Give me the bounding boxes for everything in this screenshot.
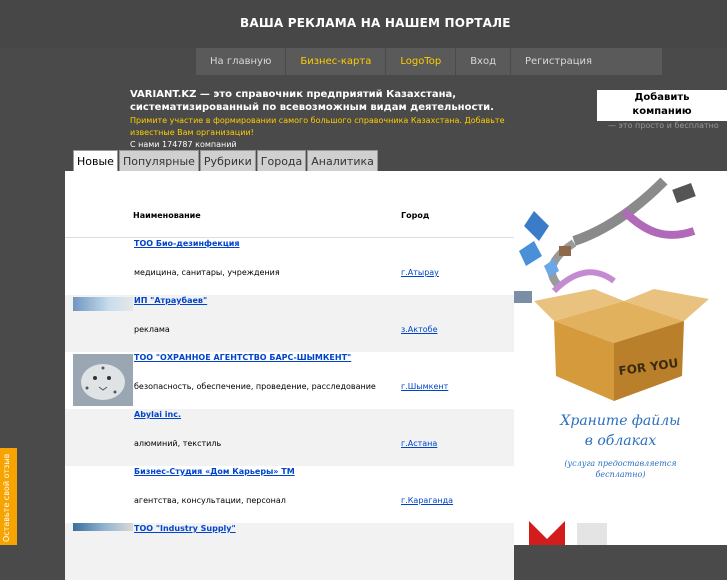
nav-logotop[interactable]: LogoTop — [386, 48, 457, 75]
feedback-label: Оставьте свой отзыв — [2, 453, 11, 542]
snow-leopard-logo[interactable] — [73, 354, 133, 406]
table-row: Abylai inc. алюминий, текстиль г.Астана — [65, 409, 514, 466]
red-logo-icon — [529, 521, 607, 545]
nav-home[interactable]: На главную — [196, 48, 287, 75]
city-link[interactable]: г.Атырау — [401, 268, 439, 277]
top-banner[interactable]: ВАША РЕКЛАМА НА НАШЕМ ПОРТАЛЕ — [0, 0, 727, 48]
intro-block: VARIANT.KZ — это справочник предприятий … — [130, 88, 600, 149]
nav-business-map[interactable]: Бизнес-карта — [286, 48, 387, 75]
table-row: ТОО "ОХРАННОЕ АГЕНТСТВО БАРС-ШЫМКЕНТ" бе… — [65, 352, 514, 409]
add-company-label-1: Добавить — [634, 92, 690, 103]
company-category: медицина, санитары, учреждения — [134, 268, 280, 277]
table-row: ТОО "Industry Supply" — [65, 523, 514, 580]
banner-text: ВАША РЕКЛАМА НА НАШЕМ ПОРТАЛЕ — [240, 16, 511, 30]
company-category: агентства, консультации, персонал — [134, 496, 286, 505]
tabs: Новые Популярные Рубрики Города Аналитик… — [73, 150, 379, 173]
company-logo[interactable] — [73, 297, 133, 311]
ad-title-2: в облаках — [584, 433, 657, 449]
city-link[interactable]: г.Караганда — [401, 496, 453, 505]
table-row: ИП "Атраубаев" реклама з.Актобе — [65, 295, 514, 352]
company-link[interactable]: ИП "Атраубаев" — [134, 296, 207, 305]
ad-sub-1: (услуга предоставляется — [564, 459, 677, 468]
company-link[interactable]: ТОО Био-дезинфекция — [134, 239, 240, 248]
table-row: ТОО Био-дезинфекция медицина, санитары, … — [65, 238, 514, 295]
tab-popular[interactable]: Популярные — [118, 150, 199, 173]
feedback-tab[interactable]: Оставьте свой отзыв — [0, 448, 17, 545]
company-count: С нами 174787 компаний — [130, 140, 237, 149]
main-nav: На главную Бизнес-карта LogoTop Вход Рег… — [196, 48, 662, 75]
ad-title: Храните файлы в облаках — [514, 411, 727, 451]
ad-subtitle: (услуга предоставляется бесплатно) — [514, 458, 727, 480]
tab-rubrics[interactable]: Рубрики — [199, 150, 256, 173]
company-category: алюминий, текстиль — [134, 439, 222, 448]
tab-new[interactable]: Новые — [73, 150, 118, 173]
cloud-storage-ad[interactable]: FOR YOU Храните файлы в облаках (услуга … — [514, 171, 727, 545]
tab-analytics[interactable]: Аналитика — [307, 150, 378, 173]
table-row: Бизнес-Студия «Дом Карьеры» ТМ агентства… — [65, 466, 514, 523]
column-header-name: Наименование — [133, 211, 201, 220]
company-category: безопасность, обеспечение, проведение, р… — [134, 382, 376, 391]
company-logo[interactable] — [73, 523, 133, 531]
intro-title-2: систематизированный по всевозможным вида… — [130, 102, 494, 113]
add-company-label-2: компанию — [632, 106, 692, 117]
city-link[interactable]: з.Актобе — [401, 325, 438, 334]
intro-sub-1: Примите участие в формировании самого бо… — [130, 116, 505, 125]
city-link[interactable]: г.Астана — [401, 439, 437, 448]
tab-cities[interactable]: Города — [256, 150, 307, 173]
company-link[interactable]: Бизнес-Студия «Дом Карьеры» ТМ — [134, 467, 295, 476]
nav-login[interactable]: Вход — [456, 48, 511, 75]
city-link[interactable]: г.Шымкент — [401, 382, 448, 391]
company-category: реклама — [134, 325, 170, 334]
add-company-note: — это просто и бесплатно — [608, 121, 719, 130]
column-header-city: Город — [401, 211, 430, 220]
ad-title-1: Храните файлы — [560, 413, 681, 429]
company-link[interactable]: ТОО "ОХРАННОЕ АГЕНТСТВО БАРС-ШЫМКЕНТ" — [134, 353, 351, 362]
gift-box-illustration: FOR YOU — [514, 177, 709, 401]
ad-sub-2: бесплатно) — [595, 470, 646, 479]
company-link[interactable]: ТОО "Industry Supply" — [134, 524, 236, 533]
add-company-button[interactable]: Добавить компанию — [597, 90, 727, 121]
nav-register[interactable]: Регистрация — [511, 48, 606, 75]
intro-title-1: VARIANT.KZ — это справочник предприятий … — [130, 89, 457, 100]
intro-sub-2: известные Вам организации! — [130, 128, 254, 137]
company-list: Наименование Город ТОО Био-дезинфекция м… — [65, 171, 514, 580]
company-link[interactable]: Abylai inc. — [134, 410, 181, 419]
